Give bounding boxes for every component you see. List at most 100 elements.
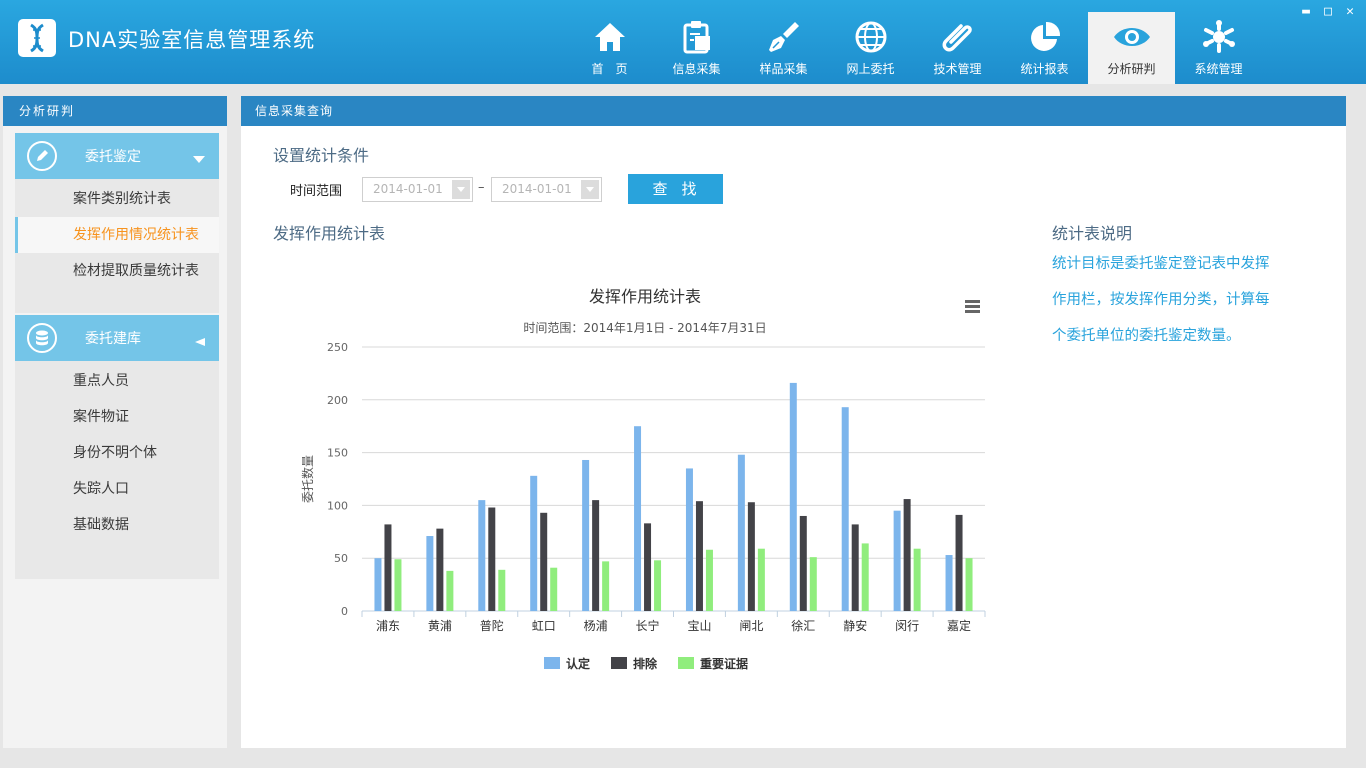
main-header: 信息采集查询 — [241, 96, 1346, 126]
sidebar-item-case-evidence[interactable]: 案件物证 — [15, 399, 219, 435]
nav-label: 统计报表 — [1020, 62, 1069, 76]
nav-label: 信息采集 — [672, 62, 721, 76]
sidebar-group-commission-database: 委托建库 重点人员 案件物证 身份不明个体 失踪人口 基础数据 — [15, 315, 219, 579]
eye-icon — [1112, 18, 1152, 56]
legend-swatch — [678, 657, 694, 669]
nav-item-analysis[interactable]: 分析研判 — [1088, 12, 1175, 84]
bar-认定 — [530, 475, 538, 611]
bar-认定 — [634, 426, 642, 611]
nav-item-info-collection[interactable]: 信息采集 — [653, 12, 740, 84]
bar-chart: 发挥作用统计表时间范围：2014年1月1日 - 2014年7月31日 0 50 100… — [300, 287, 986, 671]
date-from-value: 2014-01-01 — [373, 182, 443, 196]
nav-item-sample-collection[interactable]: 样品采集 — [740, 12, 827, 84]
x-tick-label: 普陀 — [480, 618, 504, 633]
bar-排除 — [955, 514, 963, 611]
bar-排除 — [384, 524, 392, 611]
nav-item-online-commission[interactable]: 网上委托 — [827, 12, 914, 84]
nav-label: 首 页 — [591, 62, 628, 76]
x-tick-label: 徐汇 — [791, 618, 815, 633]
bar-认定 — [737, 454, 745, 611]
brush-icon — [767, 18, 801, 56]
maximize-button[interactable]: □ — [1320, 4, 1336, 20]
legend-swatch — [611, 657, 627, 669]
description-text: 统计目标是委托鉴定登记表中发挥作用栏，按发挥作用分类，计算每个委托单位的委托鉴定… — [1052, 256, 1270, 344]
y-tick-label: 50 — [334, 552, 348, 565]
sidebar-item-key-persons[interactable]: 重点人员 — [15, 363, 219, 399]
close-button[interactable]: ✕ — [1342, 4, 1358, 20]
nav-item-home[interactable]: 首 页 — [566, 12, 653, 84]
x-tick-label: 浦东 — [376, 619, 400, 633]
date-from-input[interactable]: 2014-01-01 — [362, 177, 473, 202]
time-range-label: 时间范围 — [290, 184, 343, 199]
minimize-button[interactable]: ▬ — [1298, 4, 1314, 20]
sidebar-item-sample-quality[interactable]: 检材提取质量统计表 — [15, 253, 219, 289]
x-tick-label: 静安 — [843, 618, 867, 633]
date-to-value: 2014-01-01 — [502, 182, 572, 196]
home-icon — [593, 18, 627, 56]
hamburger-menu-icon[interactable] — [965, 300, 980, 313]
sidebar-group-head[interactable]: 委托鉴定 — [15, 133, 219, 179]
sidebar-item-missing-persons[interactable]: 失踪人口 — [15, 471, 219, 507]
conditions-title: 设置统计条件 — [273, 146, 370, 165]
search-button[interactable]: 查找 — [628, 174, 723, 204]
date-to-input[interactable]: 2014-01-01 — [491, 177, 602, 202]
nav-label: 样品采集 — [759, 62, 808, 76]
chevron-down-icon[interactable] — [581, 180, 599, 199]
bar-认定 — [841, 407, 849, 611]
main-panel: 信息采集查询 设置统计条件 时间范围 2014-01-01 – 2014-01-… — [241, 96, 1346, 748]
bar-排除 — [436, 528, 444, 611]
y-tick-label: 100 — [327, 499, 348, 512]
bar-重要证据 — [498, 569, 506, 611]
bar-重要证据 — [965, 558, 973, 611]
dna-icon — [18, 19, 56, 57]
bar-重要证据 — [809, 557, 817, 611]
sidebar-item-effect-stats[interactable]: 发挥作用情况统计表 — [15, 217, 219, 253]
sidebar-header: 分析研判 — [3, 96, 227, 126]
sidebar-group-label: 委托建库 — [85, 331, 141, 347]
table-title: 发挥作用统计表 — [273, 224, 386, 243]
bar-重要证据 — [446, 570, 454, 611]
bar-排除 — [592, 500, 600, 611]
sidebar-group-label: 委托鉴定 — [85, 149, 141, 165]
chevron-left-icon — [195, 334, 205, 350]
sidebar-group-head[interactable]: 委托建库 — [15, 315, 219, 361]
bar-认定 — [582, 459, 590, 611]
sidebar-item-base-data[interactable]: 基础数据 — [15, 507, 219, 543]
bar-排除 — [644, 523, 652, 611]
legend-label: 重要证据 — [700, 656, 748, 671]
pie-chart-icon — [1028, 18, 1062, 56]
app-header: DNA实验室信息管理系统 ▬ □ ✕ 首 页 信息采集 样品采集 网上委托 技术… — [0, 0, 1366, 84]
bar-排除 — [799, 515, 807, 611]
sidebar-group-commission-appraisal: 委托鉴定 案件类别统计表 发挥作用情况统计表 检材提取质量统计表 — [15, 133, 219, 313]
chart-title: 发挥作用统计表 — [589, 287, 701, 306]
legend-label: 认定 — [566, 656, 590, 671]
y-tick-label: 250 — [327, 341, 348, 354]
x-tick-label: 闵行 — [895, 618, 919, 633]
y-axis-label: 委托数量 — [300, 455, 315, 503]
bar-重要证据 — [705, 549, 713, 611]
database-icon — [27, 323, 57, 353]
x-tick-label: 长宁 — [636, 618, 660, 633]
bar-排除 — [540, 512, 548, 611]
bar-重要证据 — [602, 561, 610, 611]
sidebar-item-case-category[interactable]: 案件类别统计表 — [15, 181, 219, 217]
bar-重要证据 — [861, 543, 869, 611]
nav-item-stat-reports[interactable]: 统计报表 — [1001, 12, 1088, 84]
range-separator: – — [478, 180, 485, 195]
nav-item-tech-management[interactable]: 技术管理 — [914, 12, 1001, 84]
globe-icon — [854, 18, 888, 56]
bar-认定 — [478, 500, 486, 611]
bar-排除 — [747, 502, 755, 611]
x-tick-label: 杨浦 — [584, 618, 608, 633]
bar-重要证据 — [394, 559, 402, 611]
description-title: 统计表说明 — [1052, 224, 1133, 243]
bar-认定 — [893, 510, 901, 611]
y-tick-label: 0 — [341, 605, 348, 618]
bar-排除 — [488, 507, 496, 611]
top-nav: 首 页 信息采集 样品采集 网上委托 技术管理 统计报表 分析研判 系统管理 — [566, 12, 1262, 84]
pencil-icon — [27, 141, 57, 171]
sidebar-item-unidentified[interactable]: 身份不明个体 — [15, 435, 219, 471]
chevron-down-icon[interactable] — [452, 180, 470, 199]
nav-item-system-management[interactable]: 系统管理 — [1175, 12, 1262, 84]
nav-label: 系统管理 — [1194, 62, 1243, 76]
